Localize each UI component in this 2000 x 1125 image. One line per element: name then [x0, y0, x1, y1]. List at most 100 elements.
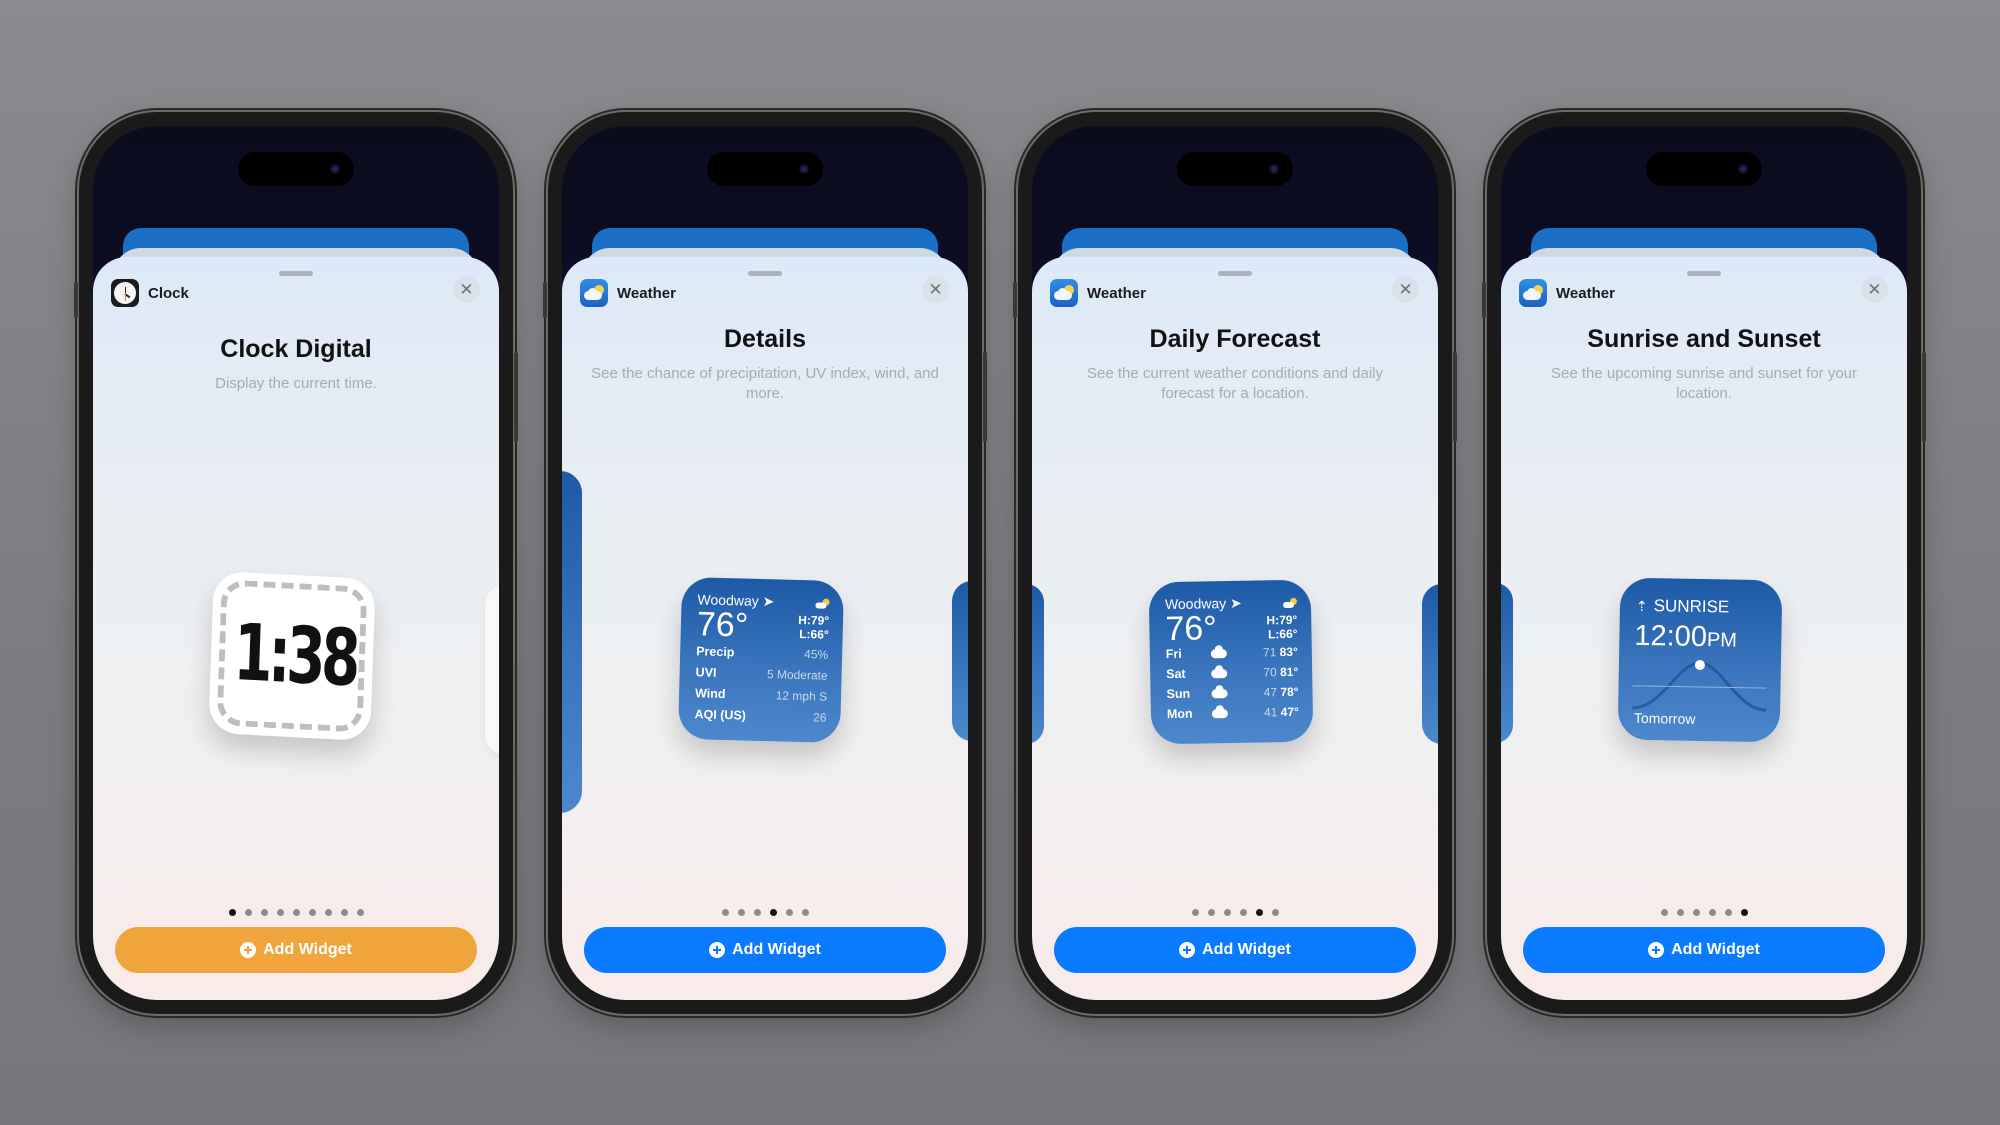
page-dot[interactable] — [324, 909, 332, 916]
widget-gallery-sheet: Weather ✕ Daily Forecast See the current… — [1032, 257, 1438, 1000]
previous-widget-peek[interactable] — [1032, 584, 1044, 744]
page-dot[interactable] — [801, 909, 809, 916]
low-temp: L:66° — [1267, 626, 1298, 642]
page-dot[interactable] — [785, 909, 793, 916]
page-dot[interactable] — [292, 909, 300, 916]
weather-daily-widget-preview[interactable]: Woodway ➤ 76° H:79° L:66° Fri 71 83° Sat … — [1148, 579, 1314, 745]
page-dot[interactable] — [1223, 909, 1231, 916]
page-dot[interactable] — [1676, 909, 1684, 916]
location-arrow-icon: ➤ — [1229, 594, 1242, 612]
plus-circle-icon — [709, 942, 726, 958]
previous-widget-peek[interactable] — [562, 471, 582, 813]
forecast-row: Fri 71 83° — [1165, 644, 1298, 662]
phone-screen: Weather ✕ Sunrise and Sunset See the upc… — [1501, 126, 1907, 1000]
action-button — [1013, 282, 1017, 318]
previous-widget-peek[interactable] — [1501, 583, 1513, 743]
app-name: Weather — [1087, 284, 1146, 302]
weather-details-widget-preview[interactable]: Woodway ➤ 76° H:79° L:66° Precip 45% UVI 5 … — [677, 576, 845, 744]
side-button — [514, 352, 518, 442]
page-dot[interactable] — [308, 909, 316, 916]
page-dot[interactable] — [356, 909, 364, 916]
sunrise-sunset-widget-preview[interactable]: ⇡ SUNRISE 12:00PM Tomorrow — [1617, 577, 1783, 743]
page-indicator[interactable] — [93, 909, 499, 916]
close-button[interactable]: ✕ — [922, 276, 949, 303]
sheet-grabber[interactable] — [279, 271, 313, 276]
page-indicator[interactable] — [1032, 909, 1438, 916]
widget-title: Clock Digital — [220, 335, 372, 363]
page-dot[interactable] — [1740, 909, 1748, 916]
phone-weather-daily-forecast: Weather ✕ Daily Forecast See the current… — [1013, 112, 1457, 1014]
rain-cloud-icon — [1211, 688, 1228, 698]
page-dot[interactable] — [1660, 909, 1668, 916]
widget-title: Sunrise and Sunset — [1587, 325, 1821, 353]
close-button[interactable]: ✕ — [1861, 276, 1888, 303]
clock-digital-widget-preview[interactable]: 1:38 — [208, 570, 376, 742]
page-dot[interactable] — [753, 909, 761, 916]
high-temp: H:79° — [1266, 612, 1298, 628]
widget-gallery-sheet: Weather ✕ Sunrise and Sunset See the upc… — [1501, 257, 1907, 1000]
page-dot[interactable] — [1271, 909, 1279, 916]
widget-description: Display the current time. — [215, 375, 377, 392]
page-dot[interactable] — [769, 909, 777, 916]
cloud-icon — [1211, 668, 1228, 678]
add-widget-button[interactable]: Add Widget — [1054, 927, 1416, 973]
dynamic-island — [707, 152, 823, 186]
sunrise-time: 12:00 — [1634, 619, 1708, 654]
clock-app-icon — [111, 279, 139, 307]
weather-app-icon — [580, 279, 608, 307]
rain-cloud-icon — [1210, 648, 1227, 658]
phone-weather-details: Weather ✕ Details See the chance of prec… — [543, 112, 987, 1014]
page-indicator[interactable] — [562, 909, 968, 916]
sunrise-day: Tomorrow — [1633, 709, 1696, 727]
partly-sunny-icon — [1283, 597, 1297, 607]
add-widget-button[interactable]: Add Widget — [115, 927, 477, 973]
action-button — [1482, 282, 1486, 318]
close-button[interactable]: ✕ — [453, 276, 480, 303]
next-widget-peek[interactable] — [485, 585, 499, 755]
close-button[interactable]: ✕ — [1392, 276, 1419, 303]
page-dot[interactable] — [1207, 909, 1215, 916]
app-name: Weather — [1556, 284, 1615, 302]
next-widget-peek[interactable] — [952, 581, 968, 741]
page-dot[interactable] — [1724, 909, 1732, 916]
sunrise-icon: ⇡ — [1635, 597, 1648, 614]
high-temp: H:79° — [798, 612, 830, 628]
page-dot[interactable] — [1191, 909, 1199, 916]
side-button — [1922, 352, 1926, 442]
action-button — [543, 282, 547, 318]
dynamic-island — [238, 152, 354, 186]
sun-path-curve — [1632, 659, 1767, 712]
add-widget-button[interactable]: Add Widget — [1523, 927, 1885, 973]
next-widget-peek[interactable] — [1422, 584, 1438, 744]
add-widget-button[interactable]: Add Widget — [584, 927, 946, 973]
dynamic-island — [1646, 152, 1762, 186]
detail-row: UVI 5 Moderate — [695, 665, 828, 683]
location-arrow-icon: ➤ — [762, 593, 775, 610]
page-dot[interactable] — [737, 909, 745, 916]
partly-sunny-icon — [815, 598, 829, 608]
page-dot[interactable] — [1255, 909, 1263, 916]
widget-gallery-sheet: Clock ✕ Clock Digital Display the curren… — [93, 257, 499, 1000]
camera-icon — [330, 164, 340, 174]
page-dot[interactable] — [340, 909, 348, 916]
phone-screen: Weather ✕ Details See the chance of prec… — [562, 126, 968, 1000]
page-dot[interactable] — [721, 909, 729, 916]
page-dot[interactable] — [1708, 909, 1716, 916]
page-dot[interactable] — [228, 909, 236, 916]
page-dot[interactable] — [1692, 909, 1700, 916]
rain-cloud-icon — [1211, 708, 1228, 718]
sheet-grabber[interactable] — [1687, 271, 1721, 276]
sheet-grabber[interactable] — [748, 271, 782, 276]
plus-circle-icon — [1179, 942, 1196, 958]
page-dot[interactable] — [260, 909, 268, 916]
page-dot[interactable] — [244, 909, 252, 916]
side-button — [1453, 352, 1457, 442]
sheet-grabber[interactable] — [1218, 271, 1252, 276]
page-indicator[interactable] — [1501, 909, 1907, 916]
widget-description: See the chance of precipitation, UV inde… — [591, 365, 939, 402]
page-dot[interactable] — [276, 909, 284, 916]
widget-description: See the upcoming sunrise and sunset for … — [1550, 365, 1857, 402]
app-header: Weather — [580, 279, 676, 307]
current-temp: 76° — [696, 605, 749, 645]
page-dot[interactable] — [1239, 909, 1247, 916]
